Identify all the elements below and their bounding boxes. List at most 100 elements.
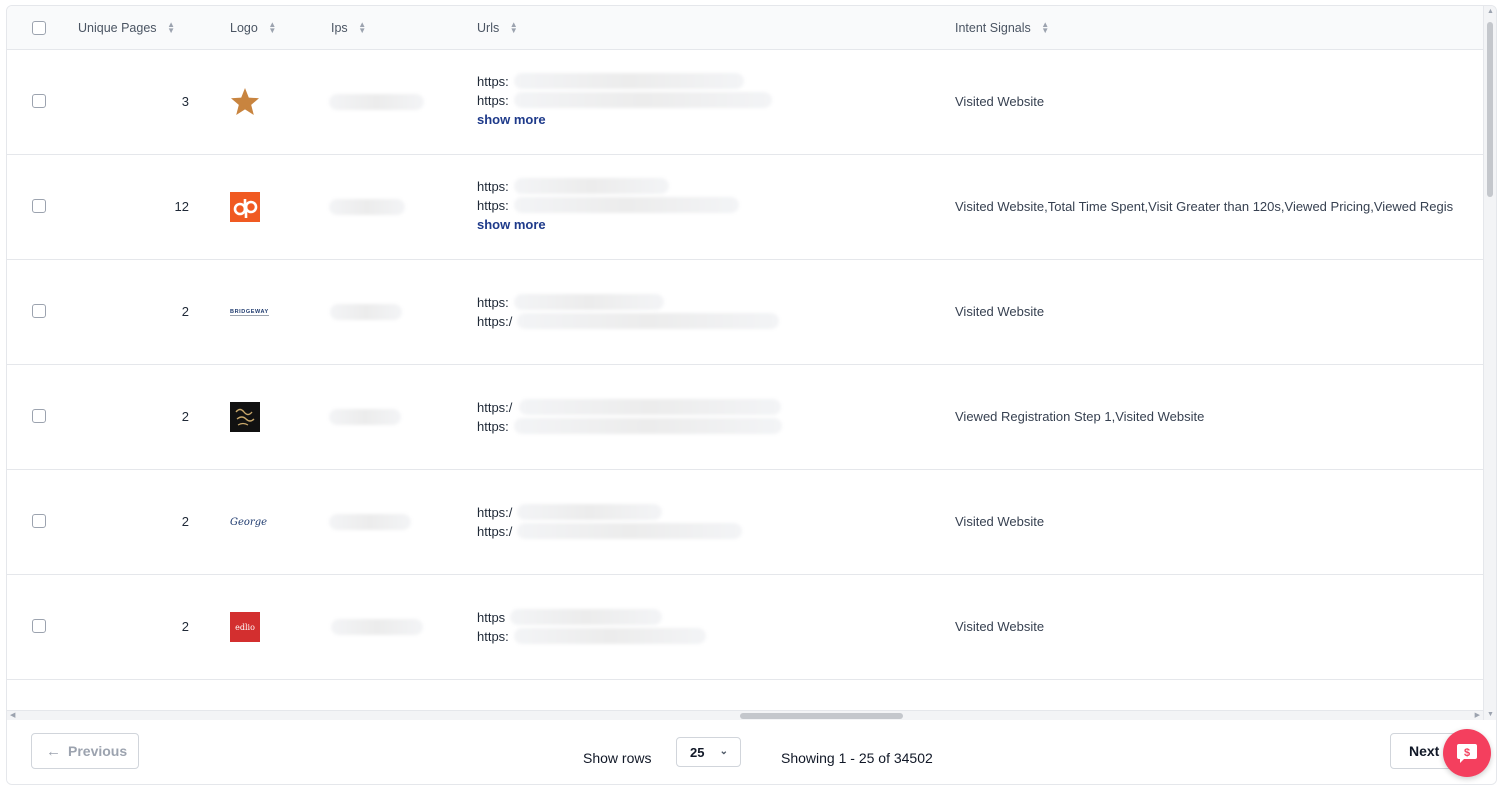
row-checkbox[interactable]	[32, 304, 46, 318]
table-row: 3 https: https: show more Visited Websit…	[7, 50, 1483, 155]
previous-page-button[interactable]: ← Previous	[31, 733, 139, 769]
next-label: Next	[1409, 743, 1440, 759]
unique-pages-value: 2	[181, 409, 189, 424]
redacted-ip	[329, 514, 411, 530]
url-prefix: https:	[477, 198, 509, 213]
unique-pages-value: 2	[181, 619, 189, 634]
sort-icon[interactable]: ▲ ▼	[167, 20, 176, 34]
rows-per-page-value: 25	[690, 744, 705, 760]
scroll-right-arrow-icon[interactable]: ▶	[1475, 711, 1480, 719]
url-prefix: https:/	[477, 400, 513, 415]
sort-icon[interactable]: ▲ ▼	[358, 20, 367, 34]
table-viewport: Unique Pages ▲ ▼ Logo ▲ ▼ Ips ▲ ▼ Urls ▲ ▼ I…	[7, 6, 1483, 710]
url-prefix: https:	[477, 419, 509, 434]
row-checkbox-cell	[32, 304, 46, 318]
url-item[interactable]: https:	[477, 72, 744, 91]
scroll-left-arrow-icon[interactable]: ◀	[10, 711, 15, 719]
redacted-ip	[329, 199, 405, 215]
star-logo	[230, 87, 260, 117]
url-prefix: https:	[477, 74, 509, 89]
column-header-logo[interactable]: Logo ▲ ▼	[230, 6, 277, 49]
vertical-scrollbar[interactable]: ▲ ▼	[1483, 6, 1496, 720]
redacted-url	[519, 399, 781, 415]
row-checkbox[interactable]	[32, 94, 46, 108]
column-label: Unique Pages	[78, 20, 157, 35]
url-item[interactable]: https:/	[477, 503, 662, 522]
dp-logo	[230, 192, 260, 222]
row-checkbox[interactable]	[32, 619, 46, 633]
sort-icon[interactable]: ▲ ▼	[509, 20, 518, 34]
url-item[interactable]: https:/	[477, 398, 781, 417]
table-row: 2 George https:/ https:/ Visited Website	[7, 470, 1483, 575]
row-checkbox-cell	[32, 409, 46, 423]
redacted-url	[510, 609, 662, 625]
row-checkbox-cell	[32, 514, 46, 528]
url-prefix: https	[477, 610, 506, 625]
bridgeway-logo: BRIDGEWAY	[230, 297, 269, 327]
url-item[interactable]: https:	[477, 417, 782, 436]
rows-per-page-select[interactable]: 25 ⌄	[676, 737, 741, 767]
url-item[interactable]: https:	[477, 196, 739, 215]
previous-label: Previous	[68, 743, 128, 759]
redacted-ip	[329, 409, 401, 425]
sort-icon[interactable]: ▲ ▼	[268, 20, 277, 34]
urls-list: https: https:/	[477, 293, 779, 331]
select-all-header	[32, 6, 46, 49]
logo-wordmark: edlio	[235, 622, 255, 632]
url-prefix: https:	[477, 179, 509, 194]
url-item[interactable]: https:/	[477, 312, 779, 331]
sort-icon[interactable]: ▲ ▼	[1041, 20, 1050, 34]
chat-button[interactable]: $	[1443, 729, 1491, 777]
column-label: Urls	[477, 20, 500, 35]
redacted-url	[514, 73, 744, 89]
intent-signals-value: Visited Website	[955, 514, 1045, 529]
url-item[interactable]: https	[477, 608, 662, 627]
dark-script-logo	[230, 402, 260, 432]
row-checkbox[interactable]	[32, 409, 46, 423]
table-row	[7, 680, 1483, 710]
scroll-down-arrow-icon[interactable]: ▼	[1487, 711, 1494, 718]
url-item[interactable]: https:	[477, 293, 664, 312]
chevron-down-icon: ⌄	[719, 746, 728, 757]
vertical-scroll-thumb[interactable]	[1487, 22, 1493, 197]
horizontal-scroll-thumb[interactable]	[740, 713, 903, 719]
url-item[interactable]: https:/	[477, 522, 742, 541]
redacted-url	[514, 418, 782, 434]
redacted-ip	[329, 94, 424, 110]
redacted-url	[517, 523, 742, 539]
table-header: Unique Pages ▲ ▼ Logo ▲ ▼ Ips ▲ ▼ Urls ▲ ▼ I…	[7, 6, 1483, 50]
showing-range-text: Showing 1 - 25 of 34502	[781, 750, 933, 766]
scroll-up-arrow-icon[interactable]: ▲	[1487, 8, 1494, 15]
intent-signals-value: Visited Website	[955, 94, 1045, 109]
george-logo: George	[230, 507, 267, 537]
url-item[interactable]: https:	[477, 627, 706, 646]
column-header-intent-signals[interactable]: Intent Signals ▲ ▼	[955, 6, 1050, 49]
row-checkbox[interactable]	[32, 199, 46, 213]
url-prefix: https:/	[477, 524, 513, 539]
url-item[interactable]: https:	[477, 177, 669, 196]
unique-pages-value: 2	[181, 304, 189, 319]
arrow-left-icon: ←	[46, 742, 61, 760]
select-all-checkbox[interactable]	[32, 20, 46, 35]
url-prefix: https:/	[477, 314, 513, 329]
edlio-logo: edlio	[230, 612, 260, 642]
intent-signals-value: Visited Website	[955, 619, 1045, 634]
redacted-ip	[331, 619, 423, 635]
redacted-url	[517, 504, 662, 520]
column-label: Ips	[331, 20, 348, 35]
table-row: 2 BRIDGEWAY https: https:/ Visited Websi…	[7, 260, 1483, 365]
column-header-unique-pages[interactable]: Unique Pages ▲ ▼	[78, 6, 176, 49]
column-header-urls[interactable]: Urls ▲ ▼	[477, 6, 518, 49]
show-more-link[interactable]: show more	[477, 112, 546, 127]
show-more-link[interactable]: show more	[477, 217, 546, 232]
logo-wordmark: George	[230, 516, 268, 528]
url-item[interactable]: https:	[477, 91, 772, 110]
table-row: 12 https: https: show more Visited Websi…	[7, 155, 1483, 260]
urls-list: https https:	[477, 608, 706, 646]
row-checkbox[interactable]	[32, 514, 46, 528]
redacted-url	[514, 92, 772, 108]
redacted-ip	[330, 304, 402, 320]
row-checkbox-cell	[32, 94, 46, 108]
svg-text:$: $	[1464, 747, 1470, 759]
column-header-ips[interactable]: Ips ▲ ▼	[331, 6, 367, 49]
